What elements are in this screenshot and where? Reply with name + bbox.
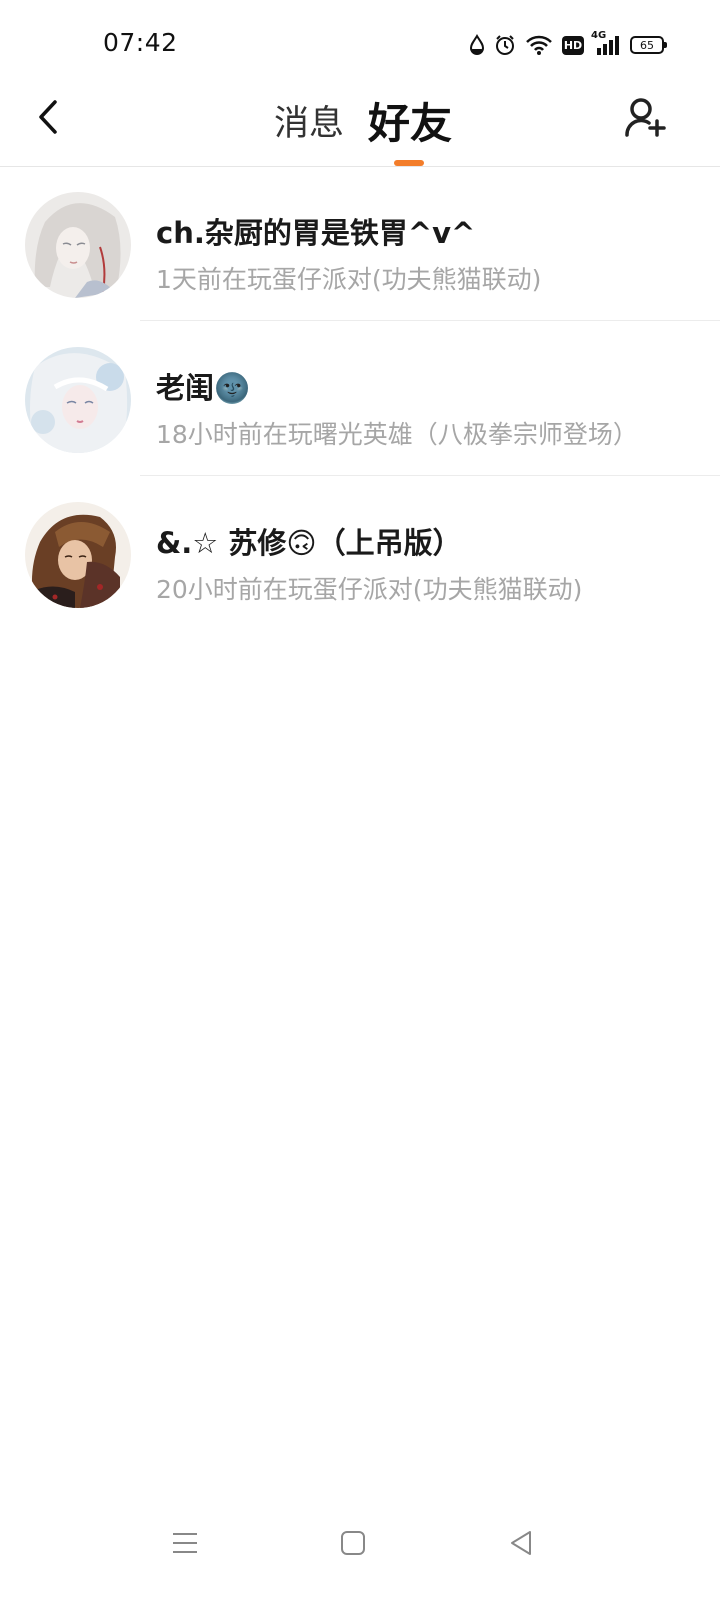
friend-list: ch.杂厨的胃是铁胃^v^ 1天前在玩蛋仔派对(功夫熊猫联动) 老闺🌚 18小时… xyxy=(0,166,720,631)
avatar[interactable] xyxy=(25,347,131,453)
back-button[interactable] xyxy=(28,94,68,144)
avatar[interactable] xyxy=(25,192,131,298)
water-drop-icon xyxy=(469,34,485,56)
status-icons: HD 4G 65 xyxy=(469,30,667,60)
top-nav-bar: 消息 好友 xyxy=(0,90,720,167)
friend-list-item[interactable]: ch.杂厨的胃是铁胃^v^ 1天前在玩蛋仔派对(功夫熊猫联动) xyxy=(0,166,720,321)
wifi-icon xyxy=(525,34,553,56)
avatar[interactable] xyxy=(25,502,131,608)
back-nav-button[interactable] xyxy=(491,1520,551,1570)
add-user-icon xyxy=(623,95,667,143)
chevron-left-icon xyxy=(36,99,60,139)
friend-name: &.☆ 苏修🙃（上吊版） xyxy=(156,526,462,560)
friend-name: ch.杂厨的胃是铁胃^v^ xyxy=(156,216,476,250)
add-friend-button[interactable] xyxy=(620,94,670,144)
back-triangle-icon xyxy=(508,1529,534,1561)
menu-button[interactable] xyxy=(155,1520,215,1570)
friend-activity-status: 1天前在玩蛋仔派对(功夫熊猫联动) xyxy=(156,265,542,294)
friend-list-item[interactable]: 老闺🌚 18小时前在玩曙光英雄（八极拳宗师登场） xyxy=(0,321,720,476)
tab-messages[interactable]: 消息 xyxy=(274,94,344,146)
alarm-icon xyxy=(494,34,516,56)
home-button[interactable] xyxy=(323,1520,383,1570)
home-icon xyxy=(340,1530,366,1560)
signal-4g-icon: 4G xyxy=(591,30,621,56)
friend-name: 老闺🌚 xyxy=(156,371,251,405)
friend-activity-status: 18小时前在玩曙光英雄（八极拳宗师登场） xyxy=(156,420,638,449)
status-time: 07:42 xyxy=(103,28,178,57)
tab-friends[interactable]: 好友 xyxy=(368,94,452,148)
friend-list-item[interactable]: &.☆ 苏修🙃（上吊版） 20小时前在玩蛋仔派对(功夫熊猫联动) xyxy=(0,476,720,631)
status-bar: 07:42 HD 4G 65 xyxy=(0,0,720,90)
friend-activity-status: 20小时前在玩蛋仔派对(功夫熊猫联动) xyxy=(156,575,583,604)
system-nav-bar xyxy=(0,1520,720,1600)
hd-icon: HD xyxy=(562,35,584,55)
battery-icon: 65 xyxy=(630,36,667,54)
menu-icon xyxy=(172,1530,198,1560)
network-type-label: 4G xyxy=(591,30,607,41)
